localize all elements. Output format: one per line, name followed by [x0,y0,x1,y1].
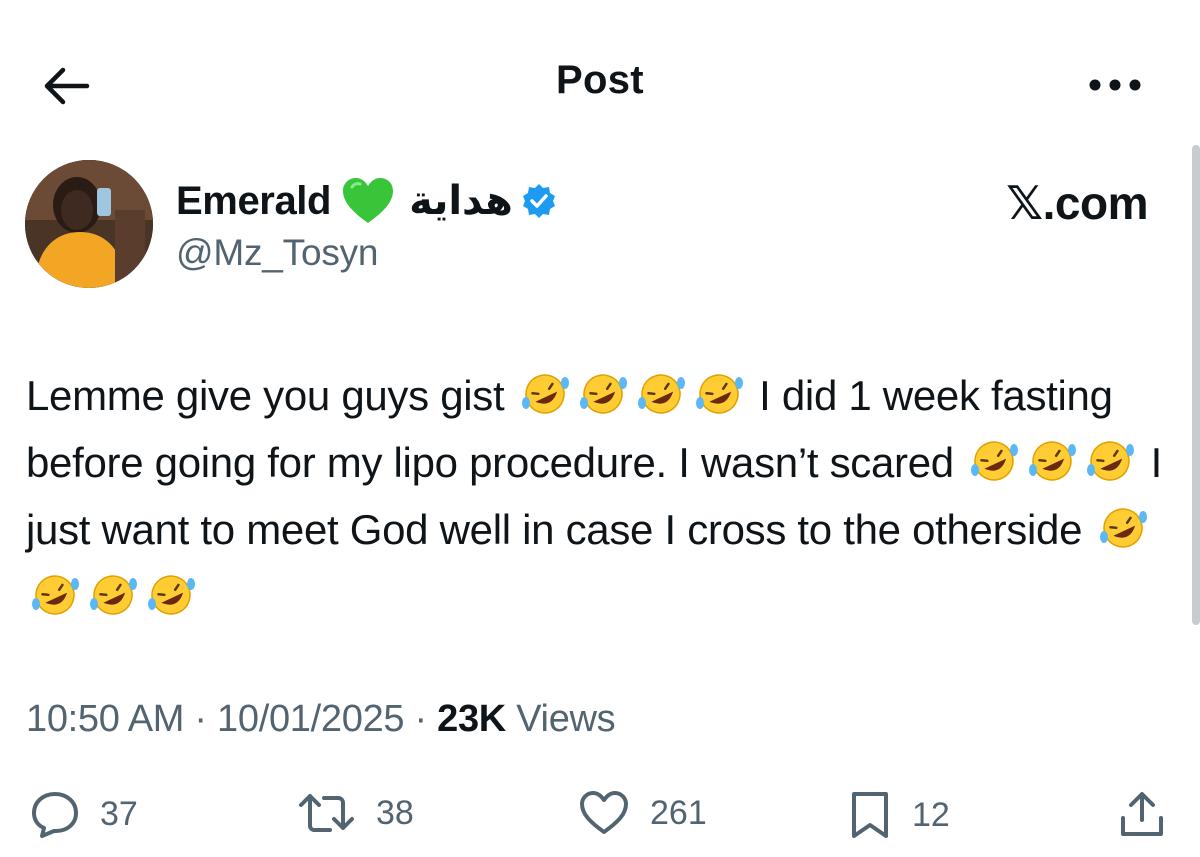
reply-icon [32,792,78,838]
tweet-text: Lemme give you guys gist I did 1 week fa… [26,362,1191,630]
rolling-on-floor-laughing-icon [32,575,79,615]
repost-count: 38 [376,793,414,832]
bookmark-count: 12 [912,795,950,834]
bookmark-icon [852,792,888,838]
emoji-group [965,439,1139,486]
meta-separator: · [414,698,428,740]
views-label: Views [516,698,616,740]
verified-badge-icon [521,183,557,219]
scrollbar[interactable] [1192,145,1200,625]
rolling-on-floor-laughing-icon [90,575,137,615]
watermark: 𝕏.com [1006,177,1148,229]
views-count: 23K [437,698,506,740]
rolling-on-floor-laughing-icon [579,374,627,414]
post-time[interactable]: 10:50 AM [26,698,184,740]
display-name[interactable]: Emerald [176,179,331,224]
meta-separator: · [194,698,207,740]
repost-button[interactable]: 38 [298,790,414,836]
bookmark-button[interactable]: 12 [848,790,950,840]
post-meta: 10:50 AM · 10/01/2025 · 23K Views [26,698,616,741]
more-horizontal-icon [1089,79,1141,91]
post-header: Post [0,0,1200,170]
repost-icon [299,794,354,832]
like-button[interactable]: 261 [578,790,707,836]
avatar[interactable] [25,160,153,288]
action-bar: 37 38 261 12 [0,780,1200,850]
heart-icon [580,791,628,834]
page-title: Post [556,58,644,102]
green-heart-icon [341,177,395,225]
rolling-on-floor-laughing-icon [695,374,743,414]
rolling-on-floor-laughing-icon [1029,441,1077,481]
user-handle[interactable]: @Mz_Tosyn [176,232,557,274]
rolling-on-floor-laughing-icon [971,441,1019,481]
emoji-group [516,372,748,419]
reply-button[interactable]: 37 [30,790,138,838]
tweet-text-segment: Lemme give you guys gist [26,372,505,419]
rolling-on-floor-laughing-icon [1099,508,1147,548]
arabic-name: هداية [409,178,513,224]
rolling-on-floor-laughing-icon [1087,441,1135,481]
rolling-on-floor-laughing-icon [521,374,569,414]
rolling-on-floor-laughing-icon [148,575,195,615]
name-row: Emerald هداية [176,174,557,228]
author-block: Emerald هداية @Mz_Tosyn [176,174,557,274]
post-date[interactable]: 10/01/2025 [217,698,404,740]
like-count: 261 [650,793,707,832]
share-icon [1121,792,1163,836]
reply-count: 37 [100,794,138,833]
share-button[interactable] [1118,790,1166,840]
rolling-on-floor-laughing-icon [637,374,685,414]
avatar-image [25,160,153,288]
more-options-button[interactable] [1080,60,1150,110]
